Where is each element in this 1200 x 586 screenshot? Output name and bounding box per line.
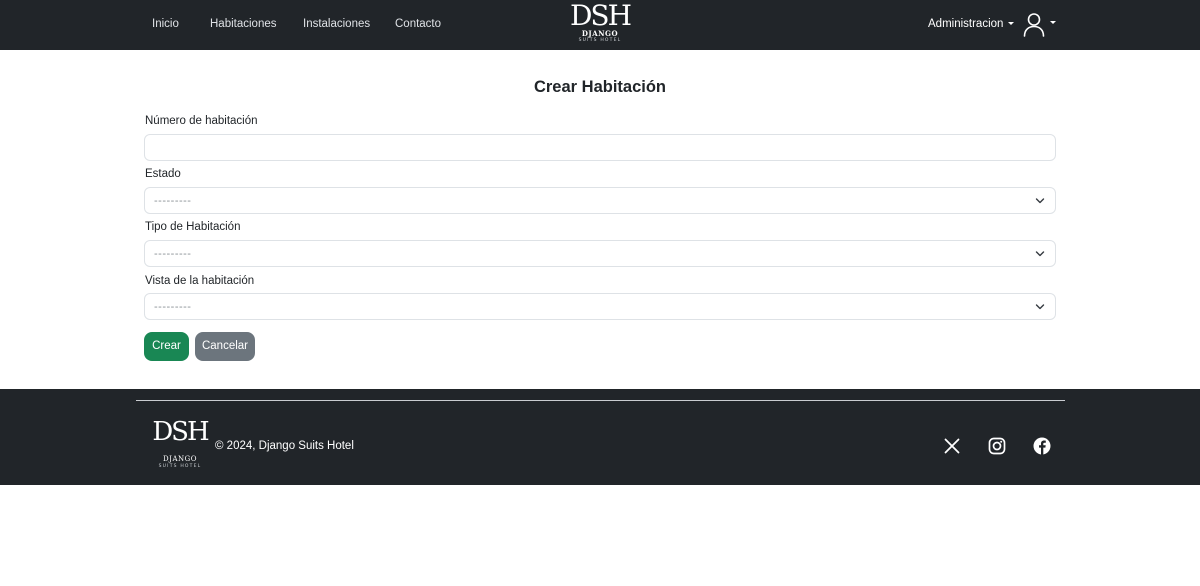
chevron-down-icon	[1035, 304, 1045, 310]
room-view-selected-value: ---------	[154, 301, 192, 313]
footer-logo: DSH DJANGO SUITS HOTEL	[149, 419, 211, 473]
footer-logo-name: DJANGO	[163, 455, 197, 463]
brand-logo[interactable]: DSH DJANGO SUITS HOTEL	[564, 2, 636, 48]
room-view-select[interactable]: ---------	[144, 293, 1056, 320]
caret-down-icon	[1050, 21, 1056, 24]
facebook-icon	[1033, 437, 1051, 455]
admin-label: Administracion	[928, 18, 1004, 30]
status-select[interactable]: ---------	[144, 187, 1056, 214]
footer-divider	[136, 400, 1065, 401]
brand-tagline: SUITS HOTEL	[578, 38, 622, 43]
status-label: Estado	[145, 168, 181, 180]
room-number-label: Número de habitación	[145, 115, 258, 127]
admin-dropdown[interactable]: Administracion	[928, 17, 1015, 32]
nav-link-instalaciones[interactable]: Instalaciones	[303, 17, 370, 32]
room-type-select[interactable]: ---------	[144, 240, 1056, 267]
status-selected-value: ---------	[154, 195, 192, 207]
x-link[interactable]	[943, 437, 961, 455]
facebook-link[interactable]	[1033, 437, 1051, 455]
brand-mark: DSH	[569, 0, 632, 32]
x-icon	[944, 438, 960, 454]
nav-link-contacto[interactable]: Contacto	[395, 17, 441, 32]
room-view-label: Vista de la habitación	[145, 275, 255, 287]
cancel-button[interactable]: Cancelar	[195, 332, 255, 361]
user-menu-dropdown[interactable]	[1022, 12, 1058, 38]
footer: DSH DJANGO SUITS HOTEL © 2024, Django Su…	[0, 389, 1200, 485]
footer-logo-tagline: SUITS HOTEL	[158, 464, 202, 469]
instagram-link[interactable]	[988, 437, 1006, 455]
room-type-selected-value: ---------	[154, 248, 192, 260]
page-title: Crear Habitación	[533, 78, 667, 96]
room-number-input[interactable]	[144, 134, 1056, 161]
navbar: Inicio Habitaciones Instalaciones Contac…	[0, 0, 1200, 50]
create-button[interactable]: Crear	[144, 332, 189, 361]
person-icon	[1023, 13, 1045, 37]
room-type-label: Tipo de Habitación	[145, 221, 241, 233]
instagram-icon	[988, 437, 1006, 455]
nav-link-habitaciones[interactable]: Habitaciones	[210, 17, 276, 32]
footer-logo-mark: DSH	[152, 417, 209, 447]
copyright-text: © 2024, Django Suits Hotel	[215, 440, 354, 452]
nav-link-inicio[interactable]: Inicio	[152, 17, 179, 32]
chevron-down-icon	[1035, 198, 1045, 204]
chevron-down-icon	[1035, 251, 1045, 257]
caret-down-icon	[1008, 22, 1015, 26]
